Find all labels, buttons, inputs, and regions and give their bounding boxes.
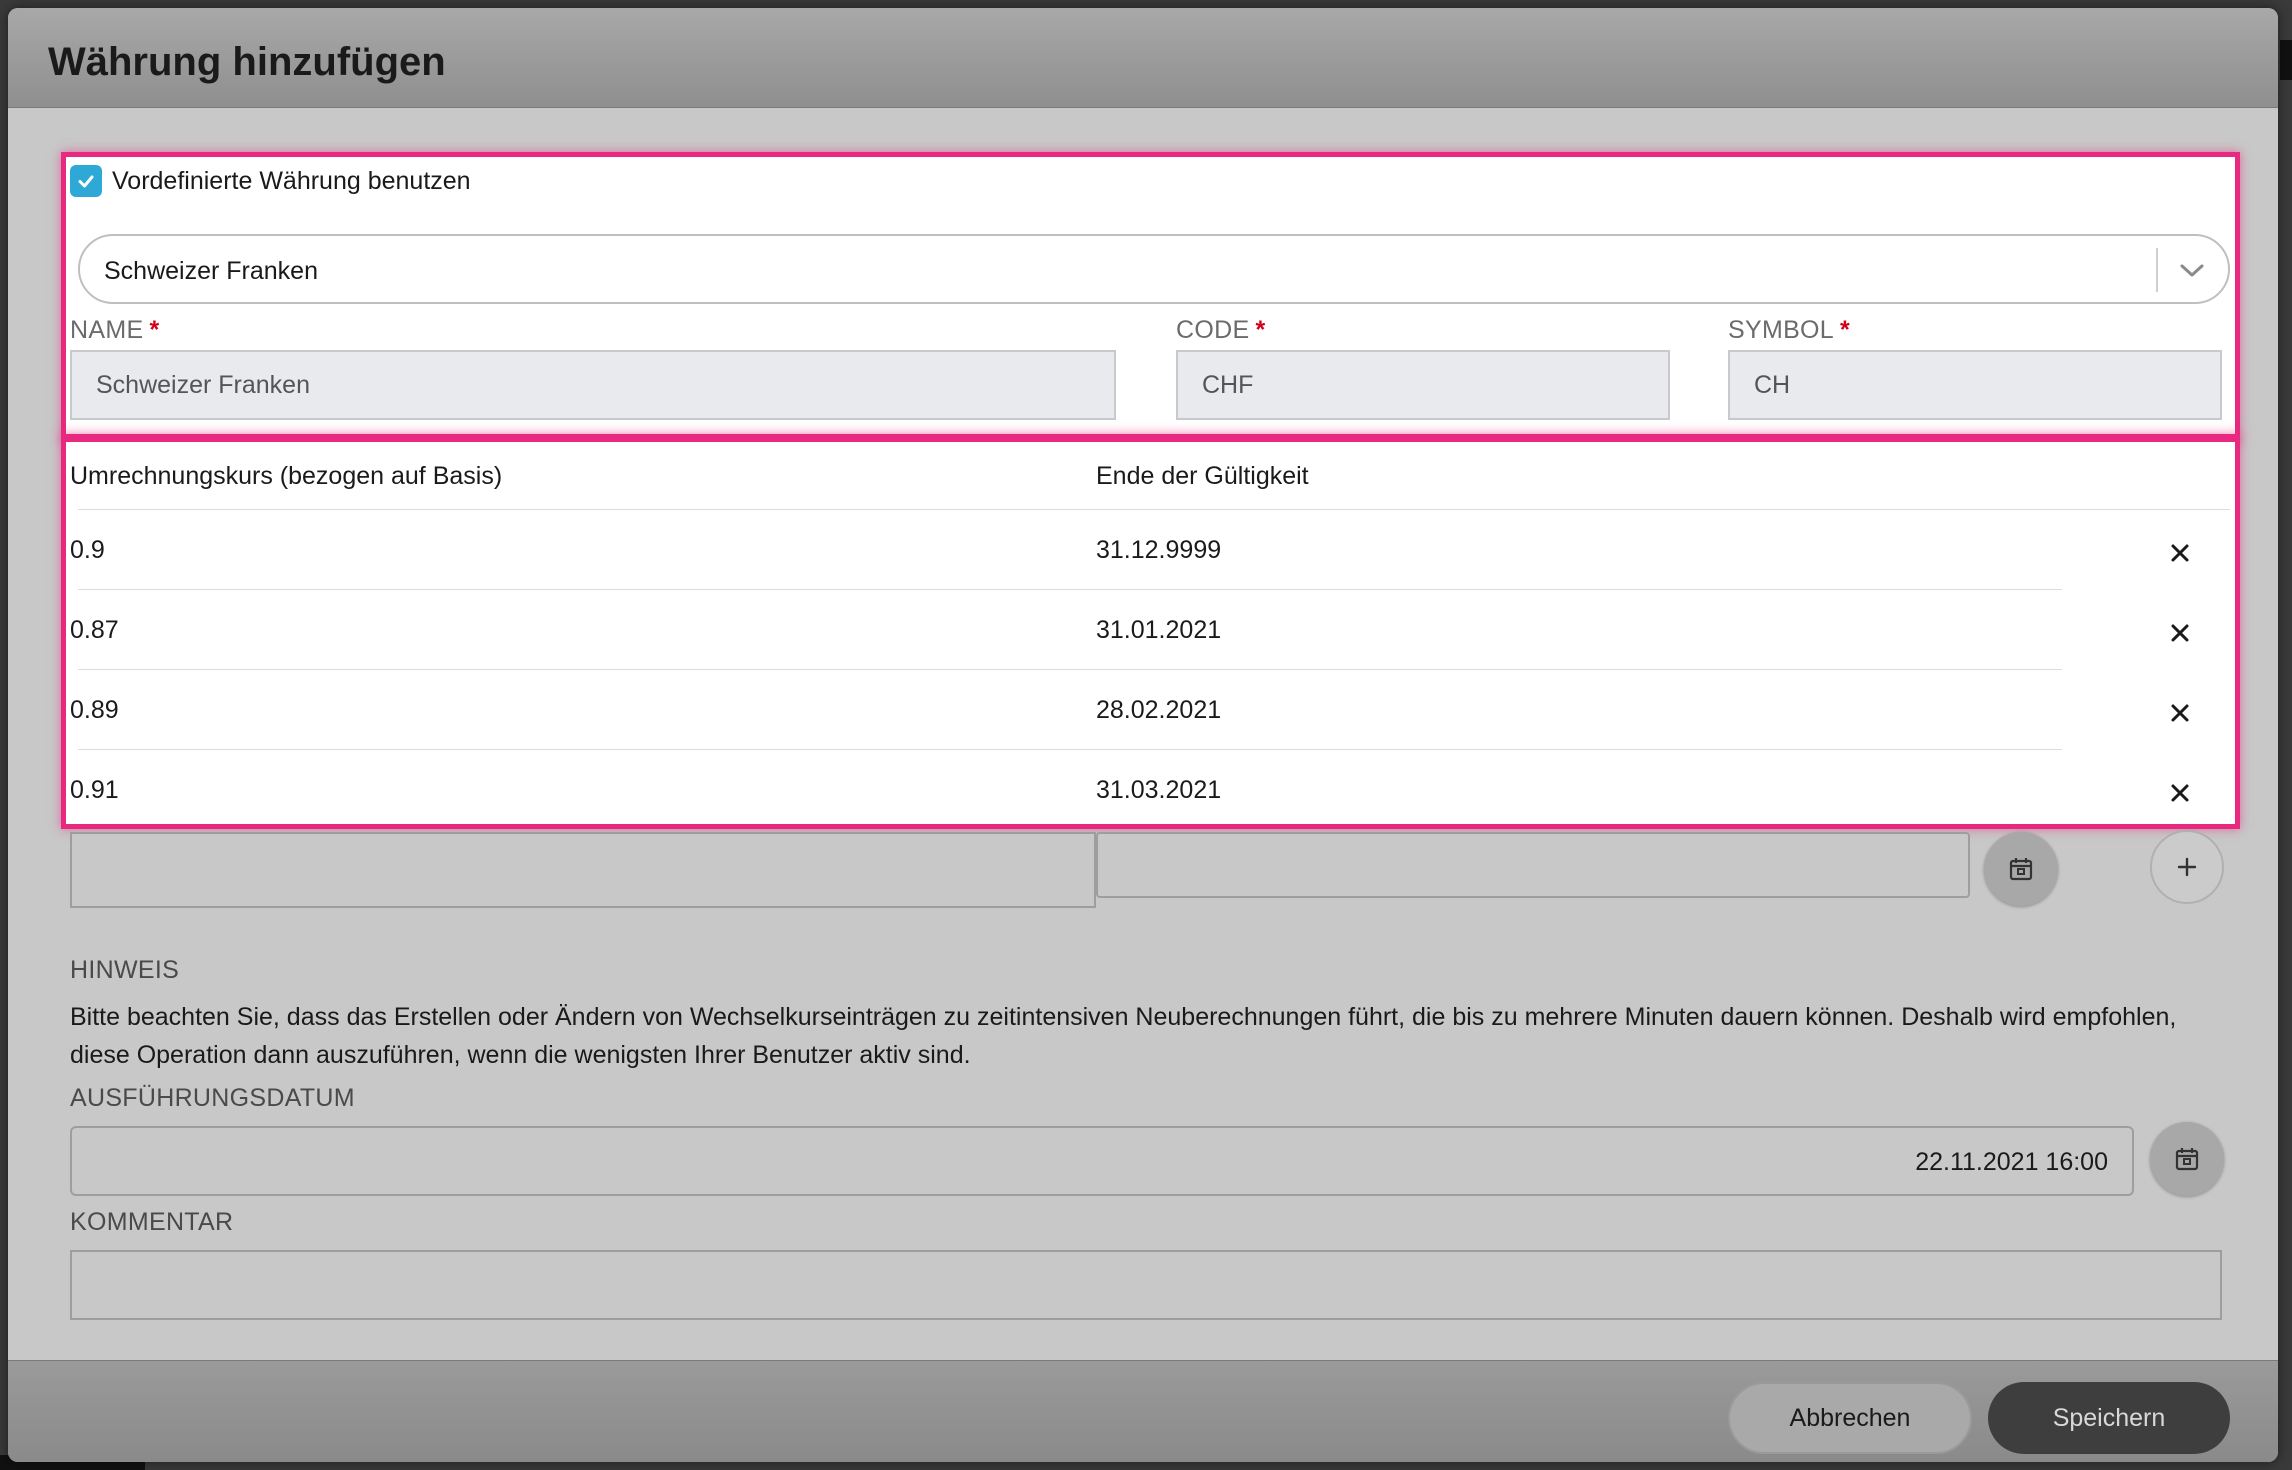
execution-date-value: 22.11.2021 16:00	[1915, 1148, 2108, 1176]
predefined-currency-label: Vordefinierte Währung benutzen	[112, 166, 471, 195]
execution-date-field[interactable]: 22.11.2021 16:00	[70, 1126, 2134, 1196]
code-label-text: CODE	[1176, 316, 1250, 344]
predefined-currency-checkbox-row[interactable]: Vordefinierte Währung benutzen	[70, 165, 471, 197]
symbol-field[interactable]: CH	[1728, 350, 2222, 420]
currency-select[interactable]: Schweizer Franken	[78, 234, 2230, 304]
valid-until-cell: 28.02.2021	[1096, 696, 1222, 724]
rate-cell: 0.89	[70, 696, 119, 724]
cancel-button[interactable]: Abbrechen	[1728, 1382, 1972, 1454]
background-page-edge	[2280, 40, 2292, 80]
name-label-text: NAME	[70, 316, 144, 344]
required-marker: *	[149, 316, 160, 344]
predefined-currency-checkbox[interactable]	[70, 165, 102, 197]
name-label: NAME *	[70, 316, 159, 345]
delete-row-icon[interactable]	[2166, 699, 2194, 727]
add-currency-dialog: Währung hinzufügen Vordefinierte Währung…	[8, 8, 2278, 1462]
calendar-icon	[2009, 858, 2033, 881]
dialog-title: Währung hinzufügen	[48, 40, 446, 84]
column-header-rate: Umrechnungskurs (bezogen auf Basis)	[70, 462, 503, 490]
rate-cell: 0.9	[70, 536, 105, 564]
symbol-label: SYMBOL *	[1728, 316, 1850, 345]
comment-field[interactable]	[70, 1250, 2222, 1320]
rate-cell: 0.87	[70, 616, 119, 644]
code-field[interactable]: CHF	[1176, 350, 1670, 420]
calendar-icon	[2175, 1148, 2199, 1171]
valid-until-cell: 31.03.2021	[1096, 776, 1222, 804]
plus-icon	[2177, 857, 2197, 877]
table-divider	[78, 669, 2062, 670]
table-divider	[78, 509, 2230, 510]
delete-row-icon[interactable]	[2166, 539, 2194, 567]
code-label: CODE *	[1176, 316, 1265, 345]
table-divider	[78, 749, 2062, 750]
valid-until-cell: 31.12.9999	[1096, 536, 1222, 564]
name-field[interactable]: Schweizer Franken	[70, 350, 1116, 420]
add-rate-button[interactable]	[2150, 830, 2224, 904]
new-valid-until-input[interactable]	[1096, 832, 1970, 898]
comment-label: KOMMENTAR	[70, 1208, 234, 1236]
execution-date-label: AUSFÜHRUNGSDATUM	[70, 1084, 355, 1112]
note-label: HINWEIS	[70, 956, 180, 984]
required-marker: *	[1255, 316, 1266, 344]
valid-until-cell: 31.01.2021	[1096, 616, 1222, 644]
rate-cell: 0.91	[70, 776, 119, 804]
symbol-label-text: SYMBOL	[1728, 316, 1834, 344]
select-divider	[2156, 248, 2158, 292]
execution-date-picker-button[interactable]	[2150, 1122, 2224, 1196]
column-header-valid-until: Ende der Gültigkeit	[1096, 462, 1309, 490]
table-divider	[78, 589, 2062, 590]
required-marker: *	[1840, 316, 1851, 344]
dialog-header: Währung hinzufügen	[8, 8, 2278, 108]
note-text: Bitte beachten Sie, dass das Erstellen o…	[70, 1003, 2177, 1069]
date-picker-button[interactable]	[1984, 832, 2058, 906]
new-rate-input[interactable]	[70, 832, 1096, 908]
currency-select-value: Schweizer Franken	[104, 257, 318, 285]
delete-row-icon[interactable]	[2166, 619, 2194, 647]
delete-row-icon[interactable]	[2166, 779, 2194, 807]
save-button[interactable]: Speichern	[1988, 1382, 2230, 1454]
chevron-down-icon[interactable]	[2178, 258, 2206, 282]
checkmark-icon	[78, 175, 94, 188]
